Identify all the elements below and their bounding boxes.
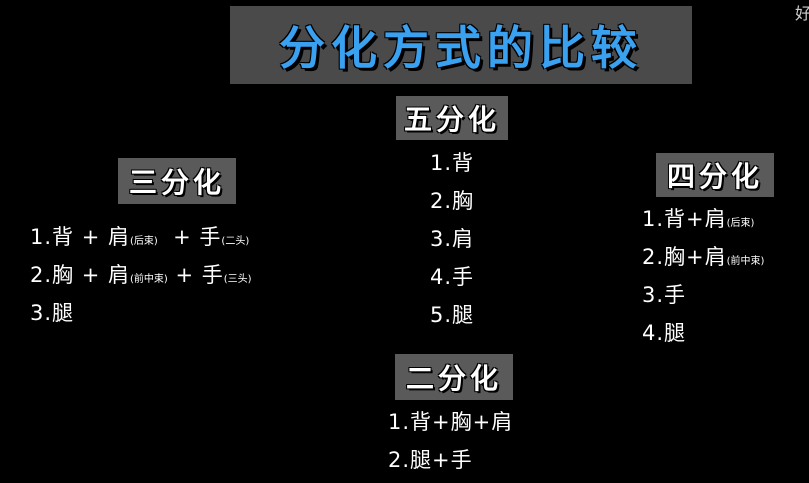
wu-fen-hua-label-box: 五分化: [396, 96, 508, 140]
si-fen-hua-item: 3.手: [642, 283, 687, 307]
si-fen-hua-item: 4.腿: [642, 321, 687, 345]
san-fen-hua-list: 1.背 + 肩(后束) + 手(二头) 2.胸 + 肩(前中束) + 手(三头)…: [30, 222, 252, 336]
er-fen-hua-item: 2.腿+手: [388, 448, 473, 472]
si-fen-hua-label: 四分化: [666, 160, 763, 193]
san-fen-hua-label-box: 三分化: [118, 158, 236, 204]
si-fen-hua-label-box: 四分化: [656, 153, 774, 197]
er-fen-hua-label: 二分化: [405, 362, 502, 395]
san-fen-hua-label: 三分化: [128, 166, 225, 199]
wu-fen-hua-item: 5.腿: [430, 303, 475, 327]
wu-fen-hua-item: 4.手: [430, 265, 475, 289]
san-fen-hua-item: 2.胸 + 肩(前中束) + 手(三头): [30, 263, 252, 287]
er-fen-hua-label-box: 二分化: [395, 354, 513, 400]
wu-fen-hua-item: 3.肩: [430, 227, 475, 251]
title-banner: 分化方式的比较: [230, 6, 692, 84]
san-fen-hua-item: 1.背 + 肩(后束) + 手(二头): [30, 225, 250, 249]
si-fen-hua-item: 1.背+肩(后束): [642, 207, 755, 231]
wu-fen-hua-label: 五分化: [403, 103, 500, 136]
er-fen-hua-item: 1.背+胸+肩: [388, 410, 514, 434]
wu-fen-hua-list: 1.背 2.胸 3.肩 4.手 5.腿: [430, 146, 474, 336]
er-fen-hua-list: 1.背+胸+肩 2.腿+手: [388, 405, 513, 481]
wu-fen-hua-item: 1.背: [430, 151, 475, 175]
san-fen-hua-item: 3.腿: [30, 301, 75, 325]
wu-fen-hua-item: 2.胸: [430, 189, 475, 213]
si-fen-hua-item: 2.胸+肩(前中束): [642, 245, 765, 269]
si-fen-hua-list: 1.背+肩(后束) 2.胸+肩(前中束) 3.手 4.腿: [642, 203, 764, 355]
corner-watermark-glyph: 好: [795, 4, 809, 23]
page-title: 分化方式的比较: [279, 21, 643, 75]
